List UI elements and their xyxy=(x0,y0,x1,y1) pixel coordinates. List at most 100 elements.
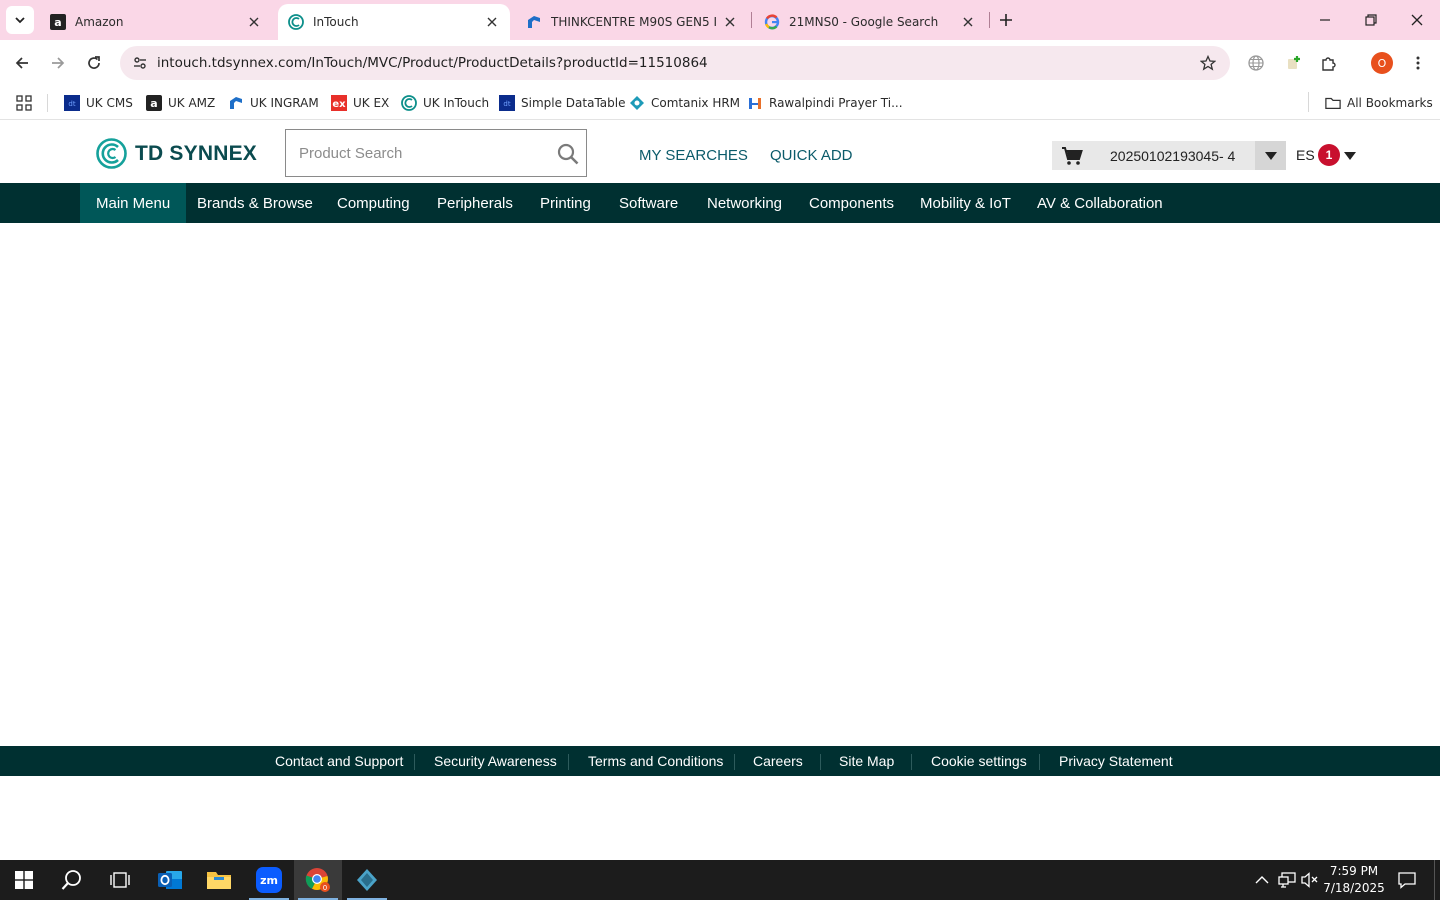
restore-button[interactable] xyxy=(1348,0,1394,40)
tab-google-search[interactable]: 21MNS0 - Google Search xyxy=(754,4,986,40)
bookmark-uk-intouch[interactable]: UK InTouch xyxy=(401,92,489,114)
taskbar-file-explorer[interactable] xyxy=(195,860,243,900)
nav-software[interactable]: Software xyxy=(603,183,694,223)
bookmark-uk-ingram[interactable]: UK INGRAM xyxy=(228,92,319,114)
footer-separator xyxy=(568,754,569,770)
site-header: TD SYNNEX MY SEARCHES QUICK ADD 20250102… xyxy=(0,121,1440,183)
footer-terms-conditions[interactable]: Terms and Conditions xyxy=(588,753,723,769)
close-icon[interactable] xyxy=(722,14,738,30)
svg-text:dt: dt xyxy=(503,100,510,108)
translate-extension-button[interactable] xyxy=(1244,51,1268,75)
nav-components[interactable]: Components xyxy=(793,183,910,223)
cart-dropdown-button[interactable] xyxy=(1255,141,1286,170)
taskbar-chrome[interactable]: 0 xyxy=(294,860,342,900)
my-searches-link[interactable]: MY SEARCHES xyxy=(639,147,748,164)
notification-badge[interactable]: 1 xyxy=(1318,144,1340,166)
task-view-icon xyxy=(110,872,130,888)
network-button[interactable] xyxy=(1277,870,1297,890)
close-icon[interactable] xyxy=(484,14,500,30)
footer-security-awareness[interactable]: Security Awareness xyxy=(434,753,557,769)
taskbar-zoom[interactable]: zm xyxy=(245,860,293,900)
file-explorer-icon xyxy=(207,872,231,889)
taskbar-app[interactable] xyxy=(343,860,391,900)
footer-careers[interactable]: Careers xyxy=(753,753,803,769)
quick-add-link[interactable]: QUICK ADD xyxy=(770,147,853,164)
nav-peripherals[interactable]: Peripherals xyxy=(421,183,529,223)
start-button[interactable] xyxy=(0,860,48,900)
main-navigation: Main Menu Brands & Browse Computing Peri… xyxy=(0,183,1440,223)
plus-icon xyxy=(1000,14,1012,26)
tdsynnex-favicon xyxy=(401,95,417,111)
taskbar-outlook[interactable] xyxy=(146,860,194,900)
footer-privacy-statement[interactable]: Privacy Statement xyxy=(1059,753,1173,769)
tab-search-button[interactable] xyxy=(6,6,34,34)
bookmark-simple-datatable[interactable]: dt Simple DataTable xyxy=(499,92,625,114)
main-content xyxy=(0,223,1440,746)
extensions-menu-button[interactable] xyxy=(1317,51,1341,75)
volume-muted-icon xyxy=(1301,872,1318,888)
close-icon[interactable] xyxy=(246,14,262,30)
svg-text:a: a xyxy=(54,16,61,29)
app-icon xyxy=(357,869,377,891)
footer-site-map[interactable]: Site Map xyxy=(839,753,894,769)
close-window-button[interactable] xyxy=(1394,0,1440,40)
url-text[interactable]: intouch.tdsynnex.com/InTouch/MVC/Product… xyxy=(157,55,708,71)
bookmark-uk-cms[interactable]: dt UK CMS xyxy=(64,92,133,114)
volume-button[interactable] xyxy=(1300,870,1320,890)
nav-av-collaboration[interactable]: AV & Collaboration xyxy=(1021,183,1179,223)
puzzle-plus-icon xyxy=(1288,56,1300,69)
search-icon xyxy=(557,143,579,165)
shopping-cart-icon xyxy=(1060,144,1084,168)
address-bar[interactable]: intouch.tdsynnex.com/InTouch/MVC/Product… xyxy=(120,46,1230,80)
reload-button[interactable] xyxy=(80,49,108,77)
td-synnex-logo[interactable]: TD SYNNEX xyxy=(96,138,257,169)
product-search-input[interactable] xyxy=(287,131,547,175)
nav-printing[interactable]: Printing xyxy=(524,183,607,223)
nav-computing[interactable]: Computing xyxy=(321,183,426,223)
extension-button[interactable] xyxy=(1282,51,1306,75)
nav-mobility-iot[interactable]: Mobility & IoT xyxy=(904,183,1027,223)
windows-taskbar: zm 0 7:59 PM 7/18/2025 xyxy=(0,860,1440,900)
back-button[interactable] xyxy=(8,49,36,77)
tab-amazon[interactable]: a Amazon xyxy=(40,4,272,40)
tdsynnex-favicon xyxy=(288,14,304,30)
tab-thinkcentre[interactable]: THINKCENTRE M90S GEN5 I7-1 xyxy=(516,4,748,40)
bookmark-uk-ex[interactable]: ex UK EX xyxy=(331,92,389,114)
tab-intouch[interactable]: InTouch xyxy=(278,4,510,40)
footer-cookie-settings[interactable]: Cookie settings xyxy=(931,753,1027,769)
footer-contact-support[interactable]: Contact and Support xyxy=(275,753,403,769)
bookmark-star-button[interactable] xyxy=(1198,53,1218,73)
all-bookmarks-label: All Bookmarks xyxy=(1347,96,1433,110)
cart-selector[interactable]: 20250102193045- 4 xyxy=(1052,141,1286,170)
bookmarks-bar: dt UK CMS a UK AMZ UK INGRAM ex UK EX UK… xyxy=(0,86,1440,120)
search-button[interactable] xyxy=(556,142,580,166)
caret-down-icon xyxy=(1264,151,1277,160)
apps-button[interactable] xyxy=(16,92,38,114)
taskbar-search-button[interactable] xyxy=(48,860,96,900)
user-initials[interactable]: ES xyxy=(1296,147,1315,163)
taskbar-clock[interactable]: 7:59 PM 7/18/2025 xyxy=(1318,863,1390,897)
browser-toolbar: intouch.tdsynnex.com/InTouch/MVC/Product… xyxy=(0,40,1440,86)
user-menu-caret[interactable] xyxy=(1343,149,1357,163)
nav-brands-browse[interactable]: Brands & Browse xyxy=(181,183,329,223)
site-info-button[interactable] xyxy=(126,49,154,77)
show-desktop-button[interactable] xyxy=(1434,860,1440,900)
tab-title: 21MNS0 - Google Search xyxy=(789,15,939,29)
minimize-button[interactable] xyxy=(1302,0,1348,40)
all-bookmarks-button[interactable]: All Bookmarks xyxy=(1325,92,1433,114)
clock-time: 7:59 PM xyxy=(1329,864,1379,878)
action-center-button[interactable] xyxy=(1397,870,1417,890)
nav-networking[interactable]: Networking xyxy=(691,183,798,223)
chrome-menu-button[interactable] xyxy=(1406,51,1430,75)
close-icon[interactable] xyxy=(960,14,976,30)
tray-overflow-button[interactable] xyxy=(1252,870,1272,890)
task-view-button[interactable] xyxy=(96,860,144,900)
bookmark-rawalpindi-prayer[interactable]: Rawalpindi Prayer Ti... xyxy=(747,92,903,114)
nav-main-menu[interactable]: Main Menu xyxy=(80,183,187,223)
bookmark-uk-amz[interactable]: a UK AMZ xyxy=(146,92,215,114)
bookmark-comtanix-hrm[interactable]: Comtanix HRM xyxy=(629,92,740,114)
forward-button[interactable] xyxy=(44,49,72,77)
new-tab-button[interactable] xyxy=(994,8,1018,32)
profile-avatar[interactable]: O xyxy=(1371,52,1393,74)
datatable-favicon: dt xyxy=(499,95,515,111)
